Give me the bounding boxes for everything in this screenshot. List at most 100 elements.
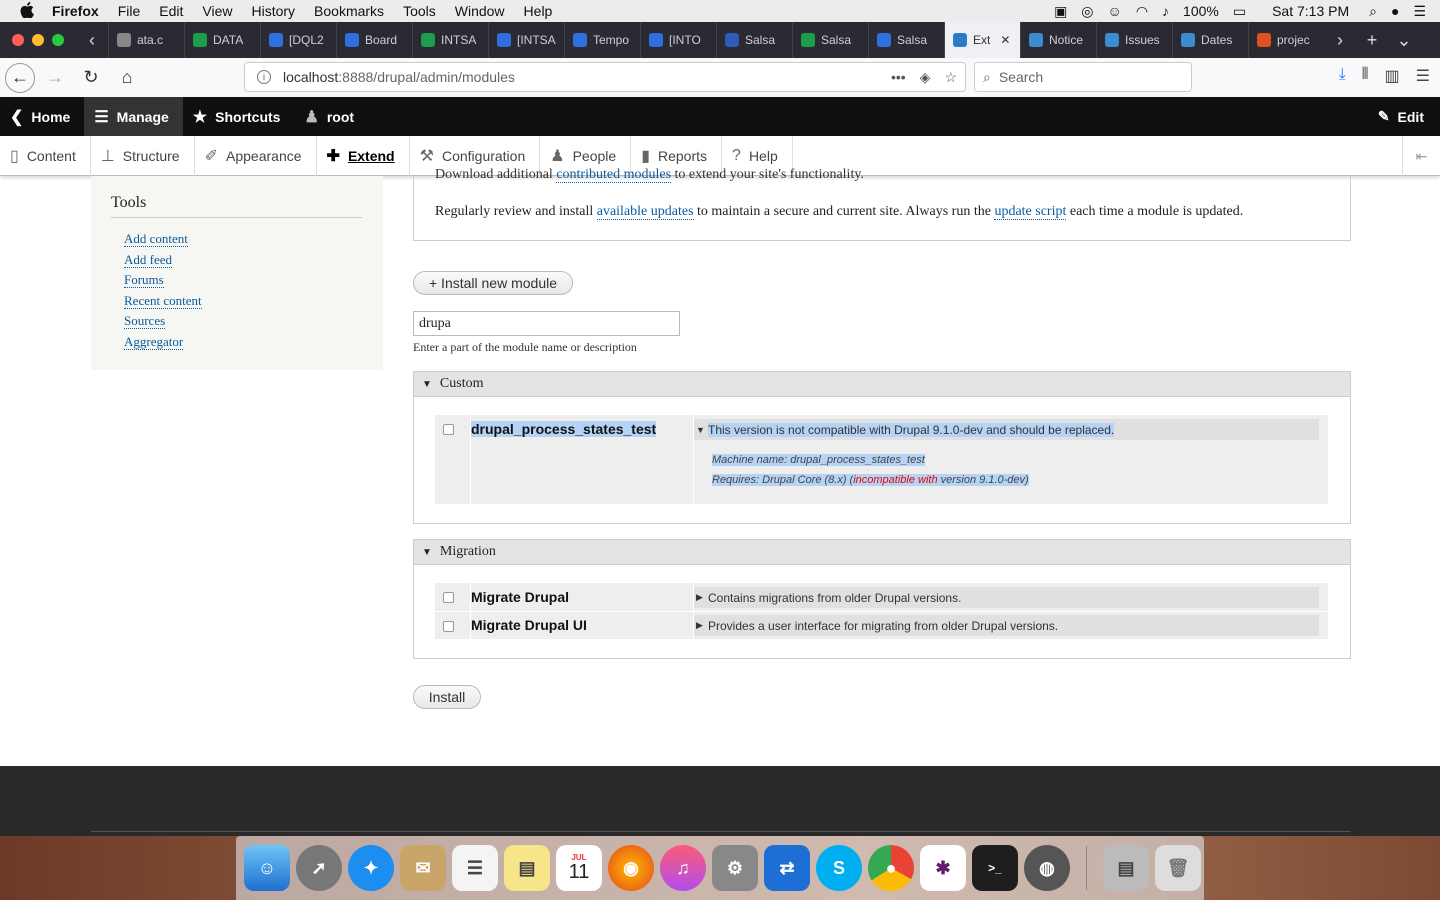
list-tabs-icon[interactable]: ⌄ bbox=[1388, 30, 1420, 51]
calendar-icon[interactable]: JUL 11 bbox=[556, 845, 602, 891]
tab[interactable]: DATA bbox=[184, 22, 260, 58]
minimize-window-button[interactable] bbox=[32, 34, 44, 46]
library-icon[interactable]: ⫴ bbox=[1362, 66, 1369, 86]
page-actions-icon[interactable]: ••• bbox=[891, 69, 906, 86]
siri-icon[interactable]: ● bbox=[1391, 3, 1399, 19]
toolbar-user[interactable]: ♟ root bbox=[294, 97, 368, 136]
menu-help[interactable]: Help bbox=[524, 3, 553, 19]
tab[interactable]: [INTO bbox=[640, 22, 716, 58]
toolbar-shortcuts[interactable]: ★ Shortcuts bbox=[183, 97, 295, 136]
toolbar-manage[interactable]: ☰ Manage bbox=[84, 97, 183, 136]
module-description-toggle[interactable]: ▶ Provides a user interface for migratin… bbox=[694, 615, 1319, 636]
close-tab-icon[interactable]: ✕ bbox=[1000, 33, 1010, 47]
volume-icon[interactable]: ♪ bbox=[1162, 3, 1169, 19]
tab[interactable]: Board bbox=[336, 22, 412, 58]
safari-icon[interactable]: ✦ bbox=[348, 845, 394, 891]
recent-content-link[interactable]: Recent content bbox=[124, 292, 202, 309]
menu-edit[interactable]: Edit bbox=[159, 3, 183, 19]
tray-extend[interactable]: ✚ Extend bbox=[317, 135, 410, 176]
chrome-icon[interactable]: ● bbox=[868, 845, 914, 891]
tray-content[interactable]: ▯ Content bbox=[0, 135, 91, 176]
tab[interactable]: [DQL2 bbox=[260, 22, 336, 58]
sequel-pro-icon[interactable]: ◍ bbox=[1024, 845, 1070, 891]
back-button[interactable]: ← bbox=[5, 62, 35, 93]
module-description-toggle[interactable]: ▶ Contains migrations from older Drupal … bbox=[694, 587, 1319, 608]
tab[interactable]: INTSA bbox=[412, 22, 488, 58]
home-button[interactable]: ⌂ bbox=[111, 62, 143, 94]
forums-link[interactable]: Forums bbox=[124, 272, 164, 288]
firefox-icon[interactable]: ◉ bbox=[608, 845, 654, 891]
custom-package-toggle[interactable]: ▼ Custom bbox=[414, 372, 1350, 397]
docker-icon[interactable]: ▣ bbox=[1054, 3, 1067, 20]
hamburger-menu-icon[interactable]: ☰ bbox=[1416, 66, 1430, 86]
install-button[interactable]: Install bbox=[413, 685, 481, 709]
pocket-icon[interactable]: ◈ bbox=[920, 69, 931, 86]
reload-button[interactable]: ↻ bbox=[75, 62, 107, 94]
aggregator-link[interactable]: Aggregator bbox=[124, 333, 184, 350]
zoom-window-button[interactable] bbox=[52, 34, 64, 46]
system-preferences-icon[interactable]: ⚙ bbox=[712, 845, 758, 891]
preview-icon[interactable]: ✉ bbox=[400, 845, 446, 891]
menu-file[interactable]: File bbox=[118, 3, 141, 19]
forward-button[interactable]: → bbox=[39, 62, 71, 94]
enable-checkbox[interactable] bbox=[443, 424, 454, 435]
url-bar[interactable]: i localhost:8888/drupal/admin/modules ••… bbox=[244, 62, 966, 92]
tab-active[interactable]: Ext ✕ bbox=[944, 22, 1020, 58]
notes-icon[interactable]: ▤ bbox=[504, 845, 550, 891]
status-icon[interactable]: ☺ bbox=[1108, 3, 1122, 19]
search-field[interactable]: ⌕ Search bbox=[974, 62, 1192, 92]
battery-percent[interactable]: 100% bbox=[1183, 3, 1219, 19]
update-script-link[interactable]: update script bbox=[994, 204, 1067, 220]
tab[interactable]: Dates bbox=[1172, 22, 1248, 58]
tab[interactable]: Issues bbox=[1096, 22, 1172, 58]
toolbar-edit[interactable]: ✎ Edit bbox=[1378, 97, 1424, 136]
module-description-toggle[interactable]: ▼ This version is not compatible with Dr… bbox=[694, 419, 1319, 440]
scroll-tabs-right-icon[interactable]: › bbox=[1324, 30, 1356, 51]
slack-icon[interactable]: ✱ bbox=[920, 845, 966, 891]
migration-package-toggle[interactable]: ▼ Migration bbox=[414, 540, 1350, 565]
tray-orientation-toggle[interactable]: ⇤ bbox=[1402, 136, 1440, 176]
wifi-icon[interactable]: ◠ bbox=[1136, 3, 1148, 20]
tab[interactable]: [INTSA bbox=[488, 22, 564, 58]
site-info-icon[interactable]: i bbox=[257, 70, 271, 84]
menu-window[interactable]: Window bbox=[455, 3, 505, 19]
add-content-link[interactable]: Add content bbox=[124, 231, 188, 247]
tab[interactable]: Salsa bbox=[716, 22, 792, 58]
terminal-icon[interactable]: >_ bbox=[972, 845, 1018, 891]
menu-bookmarks[interactable]: Bookmarks bbox=[314, 3, 384, 19]
teamviewer-icon[interactable]: ⇄ bbox=[764, 845, 810, 891]
menu-history[interactable]: History bbox=[251, 3, 295, 19]
clock[interactable]: Sat 7:13 PM bbox=[1272, 3, 1349, 19]
launchpad-icon[interactable]: ➚ bbox=[296, 845, 342, 891]
available-updates-link[interactable]: available updates bbox=[596, 204, 694, 220]
battery-icon[interactable]: ▭ bbox=[1233, 3, 1246, 20]
sources-link[interactable]: Sources bbox=[124, 313, 166, 329]
contributed-modules-link[interactable]: contributed modules bbox=[556, 167, 672, 183]
tab[interactable]: Salsa bbox=[868, 22, 944, 58]
toolbar-home[interactable]: ❮ Home bbox=[0, 97, 84, 136]
enable-checkbox[interactable] bbox=[443, 621, 454, 632]
notification-center-icon[interactable]: ☰ bbox=[1413, 3, 1426, 20]
menu-tools[interactable]: Tools bbox=[403, 3, 436, 19]
menu-app-name[interactable]: Firefox bbox=[52, 3, 99, 19]
tray-appearance[interactable]: ✐ Appearance bbox=[195, 135, 317, 176]
module-filter-input[interactable] bbox=[413, 311, 680, 336]
menu-view[interactable]: View bbox=[202, 3, 232, 19]
spotlight-icon[interactable]: ⌕ bbox=[1369, 3, 1377, 20]
sidebar-toggle-icon[interactable]: ▥ bbox=[1385, 66, 1400, 86]
trash-icon[interactable]: 🗑 bbox=[1155, 845, 1201, 891]
enable-checkbox[interactable] bbox=[443, 592, 454, 603]
scroll-tabs-left-icon[interactable]: ‹ bbox=[76, 30, 108, 51]
tab[interactable]: Salsa bbox=[792, 22, 868, 58]
tab[interactable]: Notice bbox=[1020, 22, 1096, 58]
reminders-icon[interactable]: ☰ bbox=[452, 845, 498, 891]
finder-icon[interactable]: ☺ bbox=[244, 845, 290, 891]
add-feed-link[interactable]: Add feed bbox=[124, 251, 173, 268]
downloads-icon[interactable]: ⤓ bbox=[1339, 66, 1346, 86]
install-new-module-button[interactable]: + Install new module bbox=[413, 271, 573, 295]
tray-structure[interactable]: ⊥ Structure bbox=[91, 135, 195, 176]
downloads-stack-icon[interactable]: ▤ bbox=[1103, 845, 1149, 891]
tab[interactable]: Tempo bbox=[564, 22, 640, 58]
creative-cloud-icon[interactable]: ◎ bbox=[1081, 3, 1093, 20]
tab[interactable]: ata.c bbox=[108, 22, 184, 58]
